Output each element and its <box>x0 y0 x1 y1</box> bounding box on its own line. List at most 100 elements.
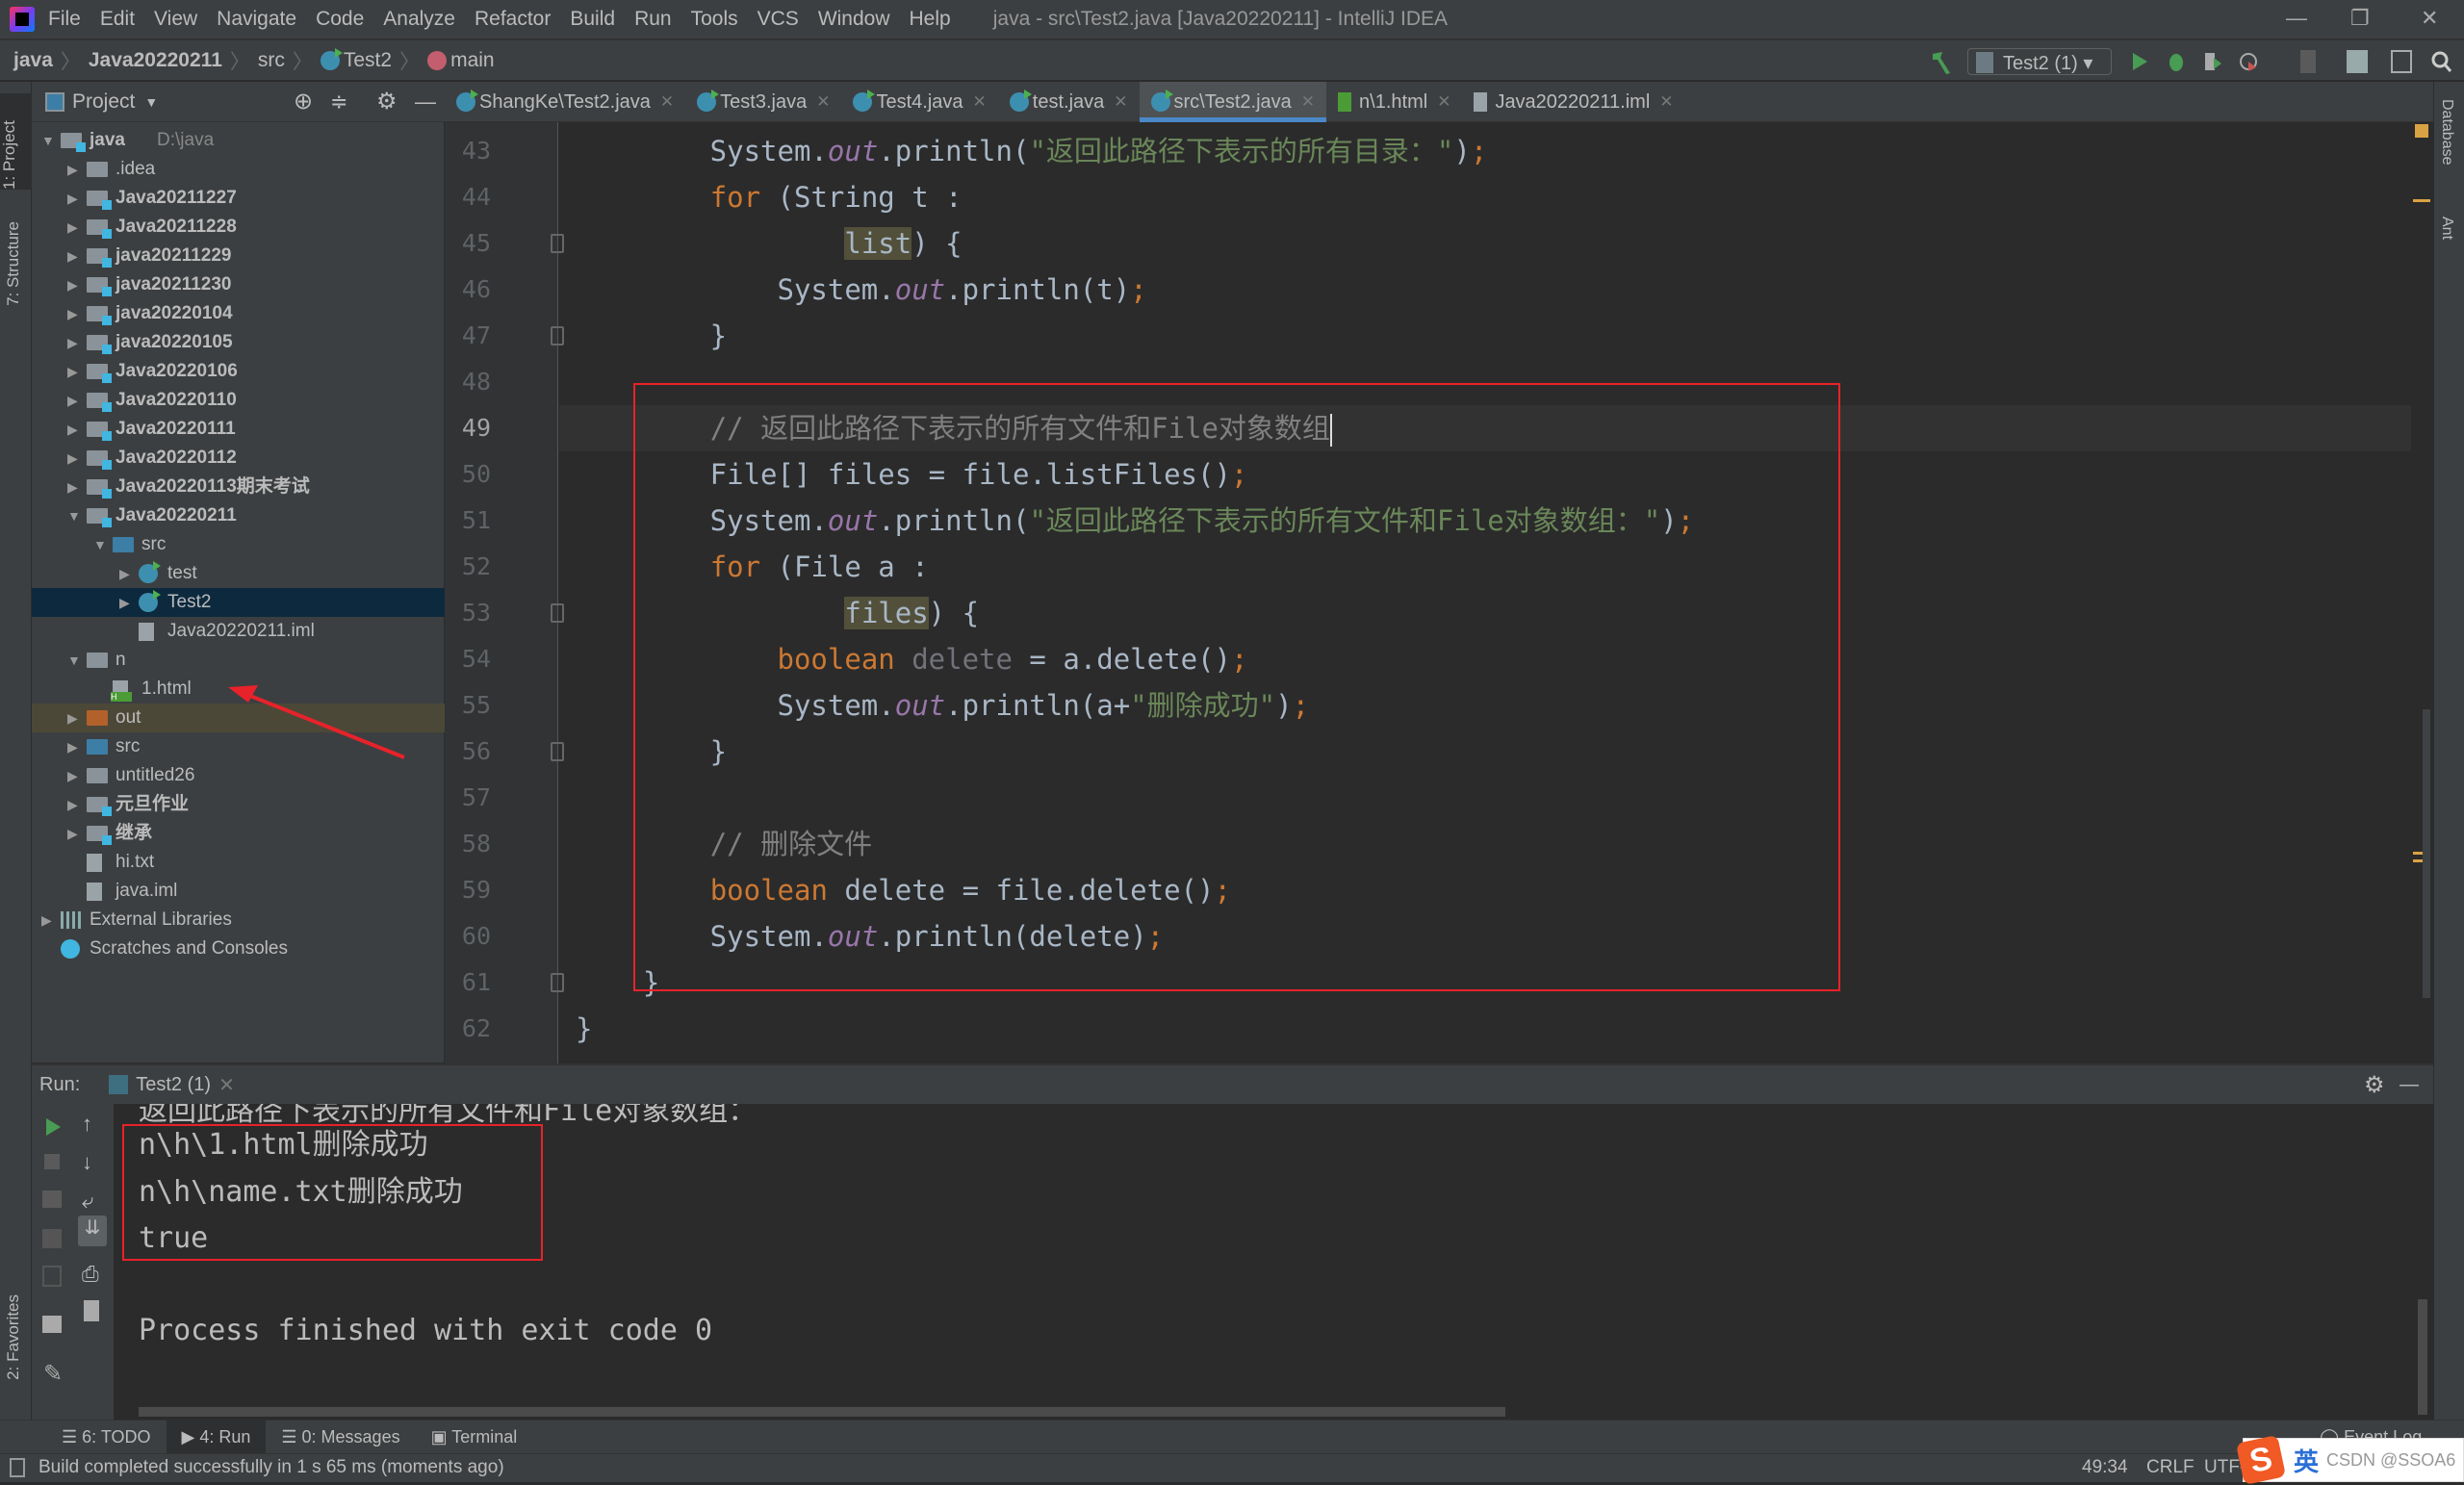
tree-item-java20220110[interactable]: ▶ Java20220110 <box>32 386 445 415</box>
profile-icon[interactable] <box>2239 50 2260 73</box>
tree-item-java20220112[interactable]: ▶ Java20220112 <box>32 444 445 473</box>
trash-icon[interactable] <box>84 1300 99 1321</box>
caret-position[interactable]: 49:34 <box>2082 1454 2128 1481</box>
error-stripe-mark[interactable] <box>2413 199 2430 202</box>
collapsed-arrow-icon[interactable]: ▶ <box>119 559 130 588</box>
layout-icon[interactable] <box>42 1316 62 1333</box>
project-structure-icon[interactable] <box>2347 50 2368 73</box>
expanded-arrow-icon[interactable]: ▼ <box>67 646 81 675</box>
tree-item-java20211230[interactable]: ▶ java20211230 <box>32 270 445 299</box>
menu-build[interactable]: Build <box>570 8 615 31</box>
tree-item-java20220105[interactable]: ▶ java20220105 <box>32 328 445 357</box>
build-hammer-icon[interactable] <box>1929 50 1952 75</box>
tree-item-scratches-and-consoles[interactable]: Scratches and Consoles <box>32 935 445 963</box>
hide-icon[interactable]: — <box>415 90 436 115</box>
search-icon[interactable] <box>2431 50 2452 73</box>
tree-item-java20211229[interactable]: ▶ java20211229 <box>32 242 445 270</box>
menu-view[interactable]: View <box>154 8 197 31</box>
tab-test3-java[interactable]: Test3.java ✕ <box>685 82 841 122</box>
run-icon[interactable] <box>2129 50 2150 73</box>
tree-item-java20220211-iml[interactable]: Java20220211.iml <box>32 617 445 646</box>
fold-marker-icon[interactable] <box>551 742 564 761</box>
collapsed-arrow-icon[interactable]: ▶ <box>119 588 130 617</box>
structure-tool-tab[interactable]: 7: Structure <box>4 221 23 306</box>
expanded-arrow-icon[interactable]: ▼ <box>67 501 81 530</box>
run-tab-test2[interactable]: Test2 (1) <box>136 1074 211 1096</box>
close-tab-icon[interactable]: ✕ <box>1659 92 1673 112</box>
tree-item-java20211227[interactable]: ▶ Java20211227 <box>32 184 445 213</box>
collapsed-arrow-icon[interactable]: ▶ <box>67 704 78 732</box>
print-icon[interactable]: ⎙ <box>82 1262 99 1287</box>
tree-item--idea[interactable]: ▶ .idea <box>32 155 445 184</box>
tree-item-out[interactable]: ▶ out <box>32 704 445 732</box>
collapsed-arrow-icon[interactable]: ▶ <box>67 761 78 790</box>
code-line[interactable]: } <box>559 313 2411 359</box>
tab-todo[interactable]: ☰ 6: TODO <box>46 1421 167 1454</box>
tab-src-test2-java[interactable]: src\Test2.java ✕ <box>1139 82 1327 122</box>
collapsed-arrow-icon[interactable]: ▶ <box>67 328 78 357</box>
status-toggle-icon[interactable] <box>10 1458 25 1477</box>
tree-item-test[interactable]: ▶ test <box>32 559 445 588</box>
tree-item-external-libraries[interactable]: ▶ External Libraries <box>32 906 445 935</box>
gear-icon[interactable]: ⚙ <box>376 88 398 115</box>
code-line[interactable]: for (String t : <box>559 174 2411 220</box>
tab-terminal[interactable]: ▣ Terminal <box>416 1421 533 1454</box>
code-line[interactable]: System.out.println("返回此路径下表示的所有目录："); <box>559 128 2411 174</box>
console-horizontal-scrollbar[interactable] <box>139 1407 1505 1417</box>
tree-item-java-iml[interactable]: java.iml <box>32 877 445 906</box>
tree-item-元旦作业[interactable]: ▶ 元旦作业 <box>32 790 445 819</box>
locate-icon[interactable]: ⊕ <box>294 88 313 115</box>
tree-item-java20211228[interactable]: ▶ Java20211228 <box>32 213 445 242</box>
collapse-all-icon[interactable]: ≑ <box>330 90 347 115</box>
camera-icon[interactable] <box>42 1191 62 1208</box>
menu-code[interactable]: Code <box>316 8 364 31</box>
collapsed-arrow-icon[interactable]: ▶ <box>67 386 78 415</box>
expanded-arrow-icon[interactable]: ▼ <box>41 126 55 155</box>
collapsed-arrow-icon[interactable]: ▶ <box>67 444 78 473</box>
close-tab-icon[interactable]: ✕ <box>1114 92 1127 112</box>
menu-help[interactable]: Help <box>910 8 951 31</box>
collapsed-arrow-icon[interactable]: ▶ <box>67 155 78 184</box>
code-line[interactable]: list) { <box>559 220 2411 267</box>
warning-indicator-icon[interactable] <box>2415 124 2428 138</box>
favorites-tool-tab[interactable]: 2: Favorites <box>4 1294 23 1380</box>
scroll-to-end-icon[interactable]: ⇊ <box>78 1216 107 1246</box>
ime-mode[interactable]: 英 <box>2294 1443 2319 1478</box>
tree-item-n[interactable]: ▼ n <box>32 646 445 675</box>
stop-icon[interactable] <box>44 1154 60 1169</box>
tree-item-src[interactable]: ▶ src <box>32 732 445 761</box>
minimize-button[interactable]: — <box>2286 6 2307 31</box>
line-separator[interactable]: CRLF <box>2146 1454 2194 1481</box>
menu-edit[interactable]: Edit <box>100 8 135 31</box>
collapsed-arrow-icon[interactable]: ▶ <box>67 357 78 386</box>
project-tool-tab[interactable]: 1: Project <box>0 93 32 190</box>
tab-shangke-test2-java[interactable]: ShangKe\Test2.java ✕ <box>445 82 685 122</box>
menu-navigate[interactable]: Navigate <box>217 8 296 31</box>
tab-n-1-html[interactable]: n\1.html ✕ <box>1326 82 1462 122</box>
project-view-select[interactable]: Project <box>72 90 135 114</box>
tree-item-1-html[interactable]: 1.html <box>32 675 445 704</box>
run-anything-icon[interactable] <box>2391 50 2412 73</box>
pin-icon[interactable]: ✎ <box>43 1360 63 1388</box>
coverage-icon[interactable] <box>2202 50 2223 73</box>
debug-icon[interactable] <box>2166 50 2187 73</box>
collapsed-arrow-icon[interactable]: ▶ <box>67 242 78 270</box>
collapsed-arrow-icon[interactable]: ▶ <box>67 299 78 328</box>
chevron-down-icon[interactable]: ▼ <box>144 94 158 110</box>
breadcrumb-class[interactable]: Test2 <box>344 49 392 72</box>
collapsed-arrow-icon[interactable]: ▶ <box>67 184 78 213</box>
fold-marker-icon[interactable] <box>551 603 564 623</box>
code-line[interactable]: } <box>559 1006 2411 1052</box>
collapsed-arrow-icon[interactable]: ▶ <box>67 790 78 819</box>
menu-vcs[interactable]: VCS <box>757 8 799 31</box>
tree-item-test2[interactable]: ▶ Test2 <box>32 588 445 617</box>
menu-analyze[interactable]: Analyze <box>383 8 455 31</box>
breadcrumb-java[interactable]: java <box>13 49 53 72</box>
tab-run[interactable]: ▶ 4: Run <box>166 1420 267 1454</box>
close-tab-icon[interactable]: ✕ <box>973 92 987 112</box>
tree-item-java20220106[interactable]: ▶ Java20220106 <box>32 357 445 386</box>
debug-disabled-icon[interactable] <box>42 1229 62 1248</box>
menu-tools[interactable]: Tools <box>691 8 738 31</box>
tree-item-java[interactable]: ▼ java D:\java <box>32 126 445 155</box>
tree-item-java20220113期末考试[interactable]: ▶ Java20220113期末考试 <box>32 473 445 501</box>
